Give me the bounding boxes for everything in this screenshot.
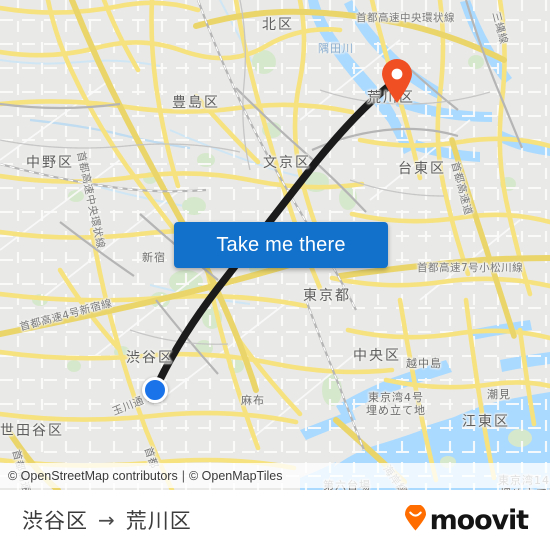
footer-bar: 渋谷区 → 荒川区 moovit (0, 490, 550, 550)
arrow-right-icon: → (98, 508, 116, 532)
map-canvas[interactable]: 北区 豊島区 中野区 文京区 荒川区 台東区 渋谷区 世田谷区 中央区 江東区 … (0, 0, 550, 490)
app-root: 北区 豊島区 中野区 文京区 荒川区 台東区 渋谷区 世田谷区 中央区 江東区 … (0, 0, 550, 550)
moovit-wordmark: moovit (429, 504, 530, 536)
attribution-openmaptiles[interactable]: © OpenMapTiles (189, 469, 283, 483)
destination-pin-icon[interactable] (380, 58, 414, 104)
map-attribution: © OpenStreetMap contributors | © OpenMap… (0, 463, 550, 488)
moovit-pin-icon (404, 503, 427, 536)
route-origin-label: 渋谷区 (22, 509, 88, 533)
attribution-separator: | (181, 468, 185, 483)
moovit-logo[interactable]: moovit (404, 503, 530, 536)
route-destination-label: 荒川区 (125, 509, 192, 533)
origin-marker-icon[interactable] (142, 377, 168, 403)
attribution-osm[interactable]: © OpenStreetMap contributors (8, 469, 178, 483)
take-me-there-button[interactable]: Take me there (174, 222, 388, 268)
route-summary: 渋谷区 → 荒川区 (22, 505, 192, 535)
